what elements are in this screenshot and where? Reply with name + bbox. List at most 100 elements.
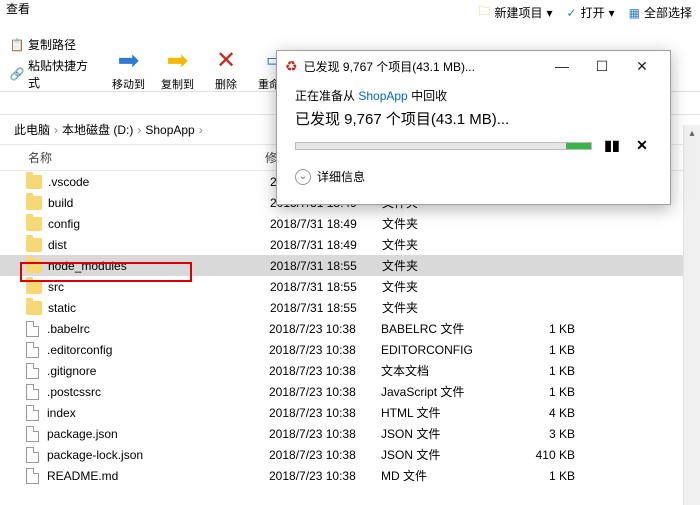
cell-size: 3 KB (509, 427, 575, 441)
maximize-button[interactable]: ☐ (582, 52, 622, 80)
delete-button[interactable]: ✕ 删除 (202, 40, 250, 96)
copy-to-icon: ➡ (162, 44, 194, 76)
chevron-down-icon: ⌄ (295, 169, 311, 185)
folder-icon (26, 196, 42, 210)
cell-type: 文件夹 (382, 215, 510, 232)
cell-name: package-lock.json (47, 448, 269, 462)
progress-bar (295, 142, 592, 150)
cell-name: .vscode (48, 175, 270, 189)
cell-type: JSON 文件 (381, 446, 509, 463)
file-icon (26, 321, 39, 337)
file-icon (26, 426, 39, 442)
details-toggle[interactable]: ⌄ 详细信息 (295, 168, 652, 185)
cancel-button[interactable]: ✕ (632, 137, 652, 154)
file-icon (26, 468, 39, 484)
dialog-status-line: 正在准备从 ShopApp 中回收 (295, 87, 652, 104)
folder-icon (26, 217, 42, 231)
move-to-button[interactable]: ➡ 移动到 (104, 40, 153, 96)
file-row[interactable]: node_modules2018/7/31 18:55文件夹 (0, 255, 700, 276)
file-row[interactable]: README.md2018/7/23 10:38MD 文件1 KB (0, 465, 700, 486)
tab-view[interactable]: 查看 (0, 0, 36, 18)
file-list: .vscode20build2018/7/31 18:49文件夹config20… (0, 171, 700, 486)
select-all-icon: ▦ (629, 6, 640, 20)
paste-shortcut-button[interactable]: 🔗 粘贴快捷方式 (8, 55, 100, 93)
cell-type: 文件夹 (382, 278, 510, 295)
cell-date: 2018/7/31 18:55 (270, 259, 382, 273)
file-row[interactable]: package-lock.json2018/7/23 10:38JSON 文件4… (0, 444, 700, 465)
minimize-button[interactable]: — (542, 52, 582, 80)
cell-type: BABELRC 文件 (381, 320, 509, 337)
dialog-title-text: 已发现 9,767 个项目(43.1 MB)... (304, 58, 542, 75)
cell-date: 2018/7/23 10:38 (269, 385, 381, 399)
delete-icon: ✕ (210, 44, 242, 76)
progress-fill (566, 143, 591, 149)
file-row[interactable]: .editorconfig2018/7/23 10:38EDITORCONFIG… (0, 339, 700, 360)
column-name[interactable]: 名称 (0, 145, 255, 170)
cell-type: 文件夹 (382, 257, 510, 274)
crumb-this-pc[interactable]: 此电脑 (10, 121, 54, 138)
cell-name: build (48, 196, 270, 210)
chevron-right-icon: › (199, 123, 203, 137)
cell-type: 文件夹 (382, 299, 510, 316)
cell-type: JavaScript 文件 (381, 383, 509, 400)
ribbon-right: 🗀 新建项目 ▾ ✓ 打开 ▾ ▦ 全部选择 (478, 2, 692, 23)
folder-icon (26, 238, 42, 252)
cell-date: 2018/7/23 10:38 (269, 343, 381, 357)
file-row[interactable]: index2018/7/23 10:38HTML 文件4 KB (0, 402, 700, 423)
file-row[interactable]: config2018/7/31 18:49文件夹 (0, 213, 700, 234)
cell-date: 2018/7/23 10:38 (269, 364, 381, 378)
cell-name: node_modules (48, 259, 270, 273)
cell-name: .babelrc (47, 322, 269, 336)
copy-to-label: 复制到 (161, 76, 194, 92)
close-button[interactable]: ✕ (622, 52, 662, 80)
cell-type: HTML 文件 (381, 404, 509, 421)
folder-icon (26, 280, 42, 294)
dropdown-caret-icon: ▾ (547, 6, 553, 20)
open-icon: ✓ (567, 6, 577, 20)
open-label: 打开 (581, 4, 605, 21)
cell-name: .editorconfig (47, 343, 269, 357)
dialog-main-text: 已发现 9,767 个项目(43.1 MB)... (295, 108, 652, 129)
paste-shortcut-label: 粘贴快捷方式 (28, 57, 98, 91)
file-row[interactable]: package.json2018/7/23 10:38JSON 文件3 KB (0, 423, 700, 444)
file-icon (26, 384, 39, 400)
cell-date: 2018/7/23 10:38 (269, 406, 381, 420)
pause-button[interactable]: ▮▮ (602, 137, 622, 154)
cell-size: 1 KB (509, 469, 575, 483)
crumb-drive[interactable]: 本地磁盘 (D:) (58, 121, 137, 138)
cell-name: config (48, 217, 270, 231)
vertical-scrollbar[interactable]: ▴ (683, 125, 700, 505)
file-row[interactable]: .postcssrc2018/7/23 10:38JavaScript 文件1 … (0, 381, 700, 402)
recycle-icon: ♻ (285, 58, 298, 75)
file-row[interactable]: static2018/7/31 18:55文件夹 (0, 297, 700, 318)
cell-name: .postcssrc (47, 385, 269, 399)
copy-path-label: 复制路径 (28, 36, 76, 53)
scroll-up-icon[interactable]: ▴ (684, 125, 700, 142)
details-label: 详细信息 (317, 168, 365, 185)
copy-to-button[interactable]: ➡ 复制到 (153, 40, 202, 96)
select-all-label: 全部选择 (644, 4, 692, 21)
cell-name: README.md (47, 469, 269, 483)
cell-type: 文本文档 (381, 362, 509, 379)
open-button[interactable]: ✓ 打开 ▾ (567, 2, 615, 23)
select-all-button[interactable]: ▦ 全部选择 (629, 2, 692, 23)
cell-date: 2018/7/31 18:49 (270, 238, 382, 252)
file-row[interactable]: .babelrc2018/7/23 10:38BABELRC 文件1 KB (0, 318, 700, 339)
file-row[interactable]: dist2018/7/31 18:49文件夹 (0, 234, 700, 255)
new-item-label: 新建项目 (494, 4, 542, 21)
file-row[interactable]: src2018/7/31 18:55文件夹 (0, 276, 700, 297)
cell-date: 2018/7/23 10:38 (269, 322, 381, 336)
cell-size: 1 KB (509, 364, 575, 378)
file-icon (26, 405, 39, 421)
crumb-folder[interactable]: ShopApp (141, 123, 198, 137)
cell-date: 2018/7/31 18:49 (270, 217, 382, 231)
delete-label: 删除 (215, 76, 237, 92)
file-row[interactable]: .gitignore2018/7/23 10:38文本文档1 KB (0, 360, 700, 381)
folder-icon (26, 301, 42, 315)
new-item-button[interactable]: 🗀 新建项目 ▾ (478, 2, 552, 23)
copy-path-button[interactable]: 📋 复制路径 (8, 34, 100, 55)
move-to-icon: ➡ (113, 44, 145, 76)
copy-path-icon: 📋 (10, 38, 24, 52)
file-icon (26, 447, 39, 463)
cell-name: static (48, 301, 270, 315)
